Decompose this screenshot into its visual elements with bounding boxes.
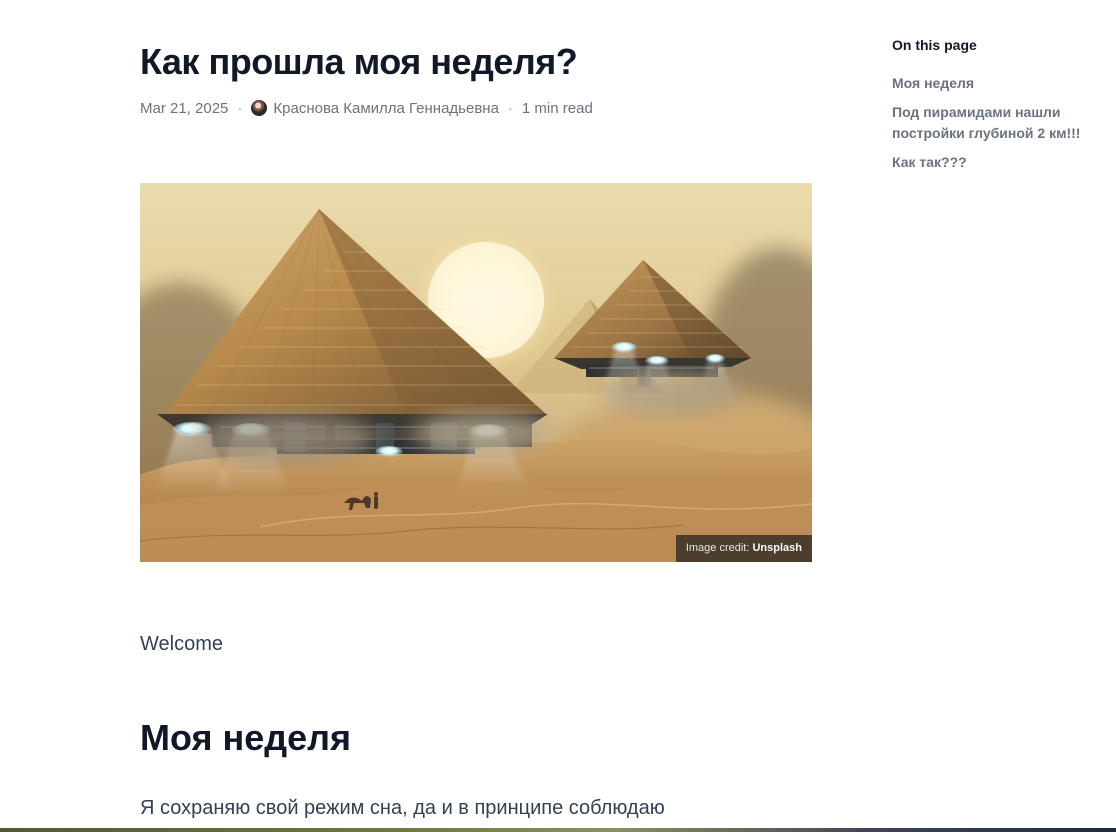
image-credit-source[interactable]: Unsplash bbox=[752, 542, 802, 554]
article-title: Как прошла моя неделя? bbox=[140, 41, 578, 82]
image-credit-prefix: Image credit: bbox=[685, 542, 750, 554]
read-time: 1 min read bbox=[521, 99, 593, 117]
image-credit: Image credit: Unsplash bbox=[675, 535, 812, 562]
article-date: Mar 21, 2025 bbox=[140, 99, 229, 117]
pyramid-ufo-illustration bbox=[140, 183, 812, 562]
welcome-text: Welcome bbox=[140, 633, 223, 655]
bottom-edge-strip bbox=[0, 828, 1116, 832]
meta-separator: · bbox=[507, 99, 513, 117]
article-paragraph: Я сохраняю свой режим сна, да и в принци… bbox=[140, 797, 665, 819]
table-of-contents: On this page Моя неделя Под пирамидами н… bbox=[892, 36, 1102, 181]
article-header: Как прошла моя неделя? Mar 21, 2025 · Кр… bbox=[140, 38, 812, 118]
toc-link-my-week[interactable]: Моя неделя bbox=[892, 73, 1102, 94]
article-meta: Mar 21, 2025 · Краснова Камилла Геннадье… bbox=[140, 98, 812, 118]
toc-link-pyramids-buildings[interactable]: Под пирамидами нашли постройки глубиной … bbox=[892, 102, 1102, 144]
hero-image: Image credit: Unsplash bbox=[140, 183, 812, 562]
meta-separator: · bbox=[237, 99, 243, 117]
author-name: Краснова Камилла Геннадьевна bbox=[273, 99, 499, 117]
blog-page: Как прошла моя неделя? Mar 21, 2025 · Кр… bbox=[0, 0, 1116, 832]
section-title: Моя неделя bbox=[140, 717, 352, 758]
toc-title: On this page bbox=[892, 37, 977, 53]
avatar-icon bbox=[251, 100, 268, 116]
toc-link-how-so[interactable]: Как так??? bbox=[892, 152, 1102, 173]
